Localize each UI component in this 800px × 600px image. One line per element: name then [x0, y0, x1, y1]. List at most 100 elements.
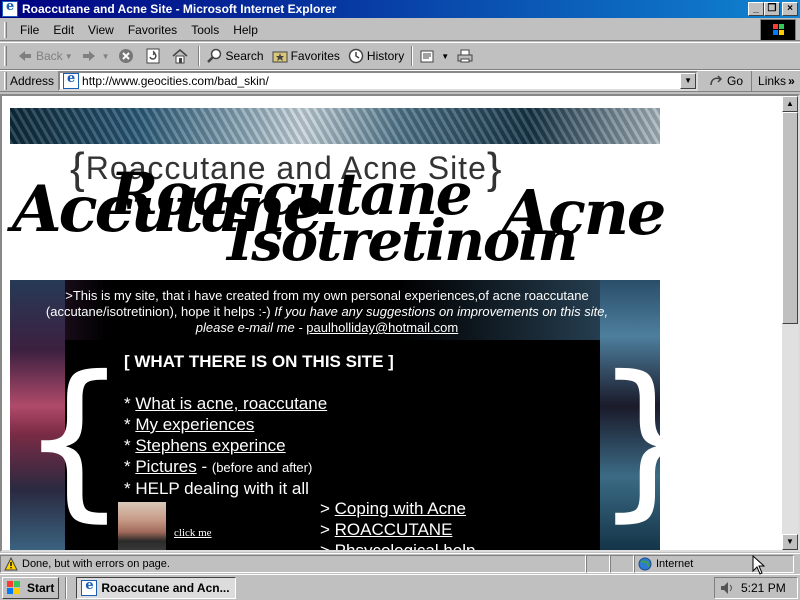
- sub-menu-coping: > Coping with Acne: [320, 498, 466, 519]
- menu-tools[interactable]: Tools: [184, 23, 226, 37]
- go-button[interactable]: Go: [704, 71, 747, 91]
- search-icon: [206, 48, 223, 64]
- history-icon: [348, 48, 364, 64]
- bullet: *: [124, 436, 136, 455]
- pictures-dash: -: [196, 457, 212, 476]
- favorites-label: Favorites: [290, 49, 340, 63]
- windows-flag-icon: [7, 580, 23, 595]
- baby-photo-image[interactable]: [118, 502, 166, 550]
- status-panel-empty-1: [586, 554, 610, 573]
- site-menu: [ WHAT THERE IS ON THIS SITE ] * What is…: [124, 351, 394, 499]
- intro-line-2: (accutane/isotretinion), hope it helps :…: [10, 304, 644, 320]
- chevron-down-icon: ▼: [684, 76, 692, 85]
- minimize-button[interactable]: _: [748, 2, 764, 16]
- banner-texture-image: [10, 108, 660, 144]
- status-message: Done, but with errors on page.: [22, 557, 170, 570]
- window-titlebar[interactable]: Roaccutane and Acne Site - Microsoft Int…: [0, 0, 800, 18]
- address-dropdown-button[interactable]: ▼: [680, 73, 697, 89]
- toolbar-grip[interactable]: [4, 46, 7, 66]
- back-label: Back: [36, 49, 63, 63]
- link-stephens-experince[interactable]: Stephens experince: [135, 436, 285, 455]
- menu-view[interactable]: View: [81, 23, 121, 37]
- taskbar-ie-window[interactable]: e Roaccutane and Acn...: [76, 576, 237, 599]
- link-what-is-acne[interactable]: What is acne, roaccutane: [135, 394, 327, 413]
- address-input[interactable]: http://www.geocities.com/bad_skin/ ▼: [58, 71, 699, 91]
- refresh-button[interactable]: [141, 45, 168, 67]
- click-me-link[interactable]: click me: [174, 527, 212, 539]
- scroll-down-button[interactable]: ▼: [782, 534, 798, 550]
- go-label: Go: [727, 74, 744, 88]
- help-text: HELP dealing with it all: [135, 479, 309, 498]
- links-button[interactable]: Links»: [751, 71, 795, 91]
- pictures-note: (before and after): [211, 460, 313, 475]
- maximize-button[interactable]: ❐: [764, 2, 780, 16]
- favorites-button[interactable]: Favorites: [268, 45, 344, 67]
- menu-help[interactable]: Help: [226, 23, 265, 37]
- window-controls: _ ❐ ×: [748, 2, 798, 16]
- print-button[interactable]: [453, 45, 480, 67]
- favorites-folder-icon: [272, 48, 288, 64]
- menu-favorites[interactable]: Favorites: [121, 23, 184, 37]
- link-pictures[interactable]: Pictures: [135, 457, 196, 476]
- menu-heading: [ WHAT THERE IS ON THIS SITE ]: [124, 352, 394, 371]
- menu-item-experiences: * My experiences: [124, 414, 394, 435]
- stop-icon: [118, 48, 134, 64]
- start-button[interactable]: Start: [2, 576, 60, 599]
- volume-icon[interactable]: [719, 580, 735, 596]
- scroll-thumb[interactable]: [782, 112, 798, 324]
- right-decorative-brace: }: [594, 354, 660, 524]
- bullet: *: [124, 457, 136, 476]
- intro-line-2-plain: (accutane/isotretinion), hope it helps :…: [45, 304, 275, 319]
- system-tray: 5:21 PM: [714, 577, 798, 599]
- menu-item-stephens: * Stephens experince: [124, 435, 394, 456]
- address-bar: Address http://www.geocities.com/bad_ski…: [0, 70, 800, 92]
- status-message-panel: Done, but with errors on page.: [0, 554, 586, 573]
- link-my-experiences[interactable]: My experiences: [135, 415, 254, 434]
- forward-button[interactable]: ▼: [77, 45, 114, 67]
- chevron-down-icon: ▼: [441, 51, 450, 61]
- menubar: File Edit View Favorites Tools Help: [0, 19, 800, 41]
- mail-button[interactable]: ▼: [416, 45, 453, 67]
- history-label: History: [366, 49, 405, 63]
- home-icon: [172, 48, 188, 64]
- address-url[interactable]: http://www.geocities.com/bad_skin/: [82, 74, 269, 88]
- ie-icon: e: [81, 578, 98, 596]
- mouse-cursor-icon: [752, 555, 766, 575]
- chevron-down-icon: ▼: [64, 51, 73, 61]
- link-coping-with-acne[interactable]: Coping with Acne: [335, 499, 466, 518]
- taskbar-separator: [65, 576, 68, 599]
- left-decorative-brace: {: [20, 340, 129, 538]
- stop-button[interactable]: [114, 45, 141, 67]
- links-label: Links: [758, 74, 787, 88]
- scroll-up-button[interactable]: ▲: [782, 96, 798, 112]
- menu-edit[interactable]: Edit: [46, 23, 81, 37]
- link-phsycological-help[interactable]: Phsycological help: [335, 541, 476, 550]
- link-roaccutane[interactable]: ROACCUTANE: [335, 520, 453, 539]
- globe-icon: [638, 557, 652, 571]
- menubar-grip[interactable]: [4, 21, 7, 38]
- warning-icon[interactable]: [4, 556, 18, 571]
- script-word-acne: Acne: [502, 176, 666, 249]
- close-button[interactable]: ×: [782, 2, 798, 16]
- chevron-right-icon: »: [788, 74, 795, 88]
- arrow-up-icon: ▲: [786, 99, 794, 108]
- chevron-down-icon: ▼: [101, 51, 110, 61]
- intro-line-2-italic: If you have any suggestions on improveme…: [274, 304, 609, 319]
- vertical-scrollbar[interactable]: ▲ ▼: [782, 96, 798, 550]
- intro-line-1: >This is my site, that i have created fr…: [65, 288, 589, 303]
- toolbar-separator: [197, 46, 200, 66]
- email-link[interactable]: paulholliday@hotmail.com: [306, 320, 458, 335]
- history-button[interactable]: History: [344, 45, 408, 67]
- menu-item-acne: * What is acne, roaccutane: [124, 393, 394, 414]
- home-button[interactable]: [168, 45, 195, 67]
- windows-logo-icon: [760, 19, 796, 41]
- intro-line-3: please e-mail me - paulholliday@hotmail.…: [10, 320, 644, 336]
- arrow-down-icon: ▼: [786, 537, 794, 546]
- addressbar-grip[interactable]: [4, 72, 7, 90]
- back-button[interactable]: Back ▼: [13, 45, 77, 67]
- sub-bullet: >: [320, 520, 335, 539]
- search-button[interactable]: Search: [203, 45, 268, 67]
- clock[interactable]: 5:21 PM: [741, 581, 786, 595]
- sub-bullet: >: [320, 499, 335, 518]
- menu-file[interactable]: File: [13, 23, 46, 37]
